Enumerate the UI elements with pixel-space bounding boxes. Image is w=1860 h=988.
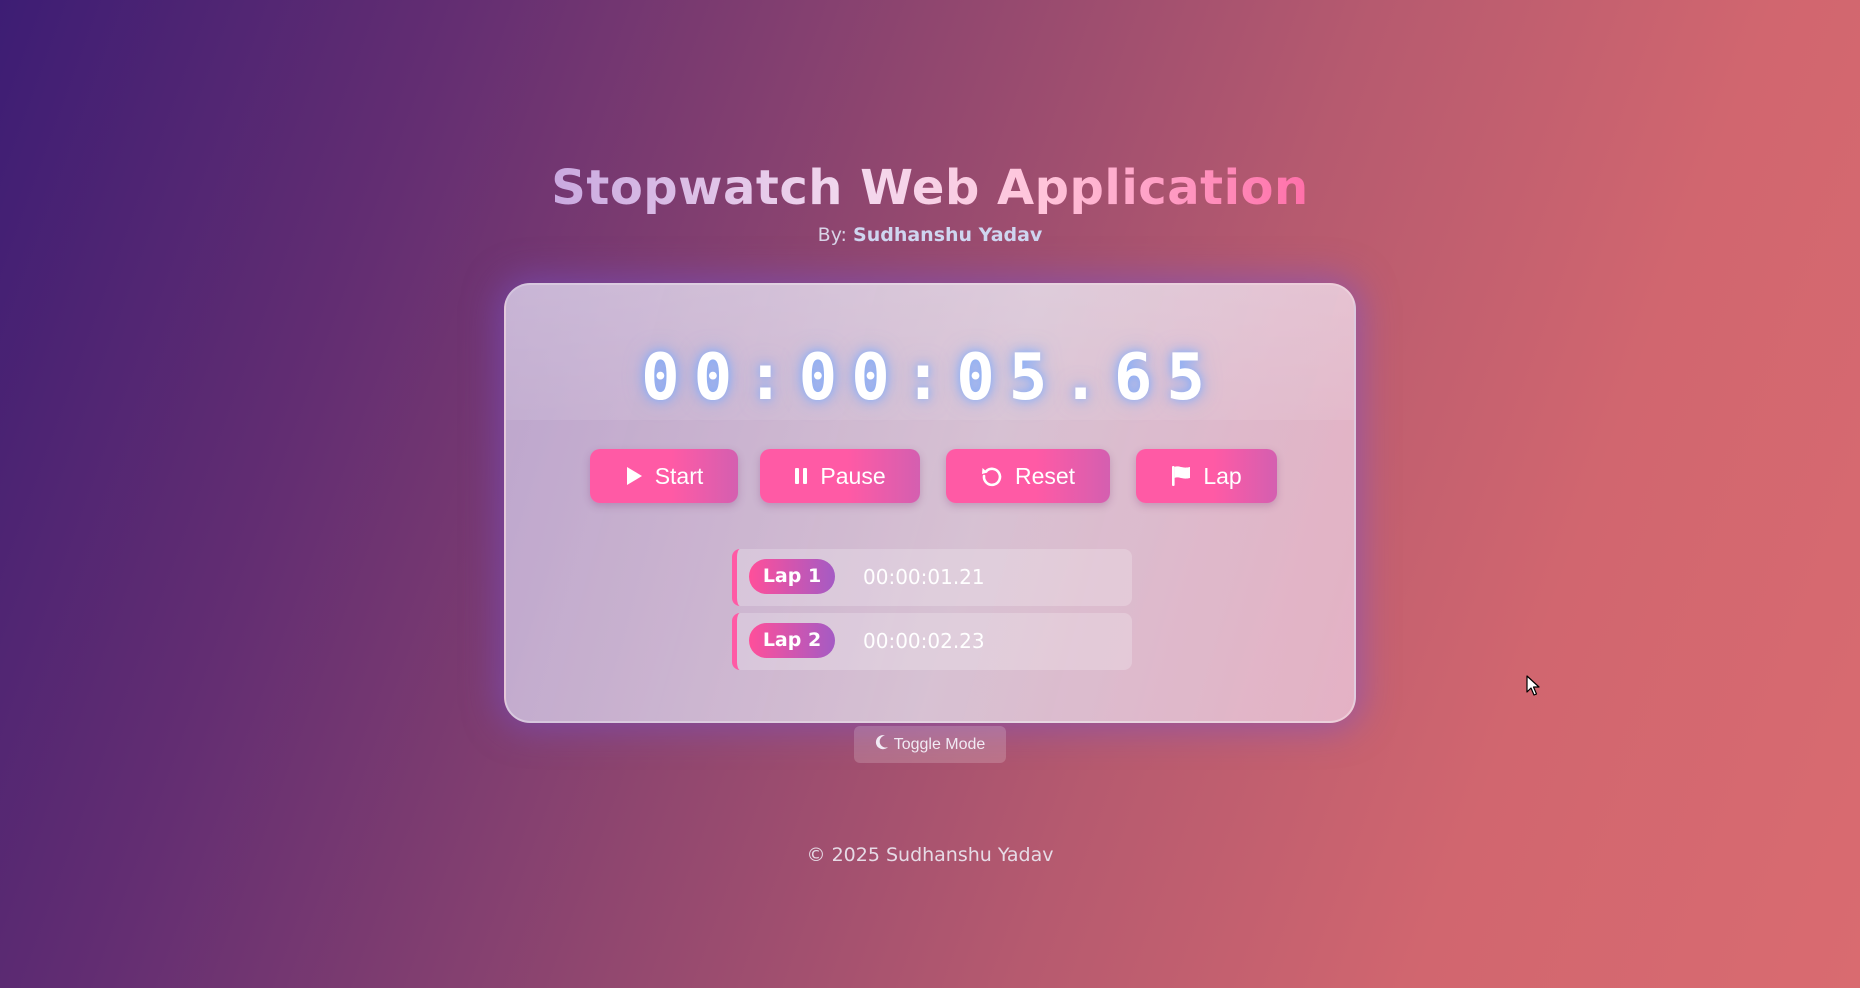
flag-icon xyxy=(1171,465,1191,487)
reset-icon xyxy=(981,465,1003,487)
page-title: Stopwatch Web Application xyxy=(551,160,1309,216)
lap-badge: Lap 1 xyxy=(749,559,835,594)
lap-time: 00:00:01.21 xyxy=(863,565,985,589)
lap-list: Lap 1 00:00:01.21 Lap 2 00:00:02.23 xyxy=(732,549,1132,677)
footer-copyright: © 2025 Sudhanshu Yadav xyxy=(806,844,1054,866)
mouse-cursor-icon xyxy=(1526,675,1540,701)
time-display: 00:00:05.65 xyxy=(641,341,1219,415)
moon-icon xyxy=(875,734,889,755)
pause-button[interactable]: Pause xyxy=(760,449,920,503)
lap-item: Lap 2 00:00:02.23 xyxy=(732,613,1132,670)
author-name: Sudhanshu Yadav xyxy=(853,224,1043,246)
toggle-mode-button[interactable]: Toggle Mode xyxy=(854,726,1006,763)
lap-item: Lap 1 00:00:01.21 xyxy=(732,549,1132,606)
lap-label: Lap xyxy=(1203,462,1242,489)
reset-label: Reset xyxy=(1014,462,1076,489)
start-label: Start xyxy=(654,462,704,489)
reset-button[interactable]: Reset xyxy=(946,449,1110,503)
stopwatch-card: 00:00:05.65 Start Pause Reset Lap Lap 1 … xyxy=(504,283,1356,723)
pause-icon xyxy=(794,467,808,485)
lap-badge: Lap 2 xyxy=(749,623,835,658)
pause-label: Pause xyxy=(820,462,886,489)
page-header: Stopwatch Web Application By: Sudhanshu … xyxy=(0,158,1860,246)
lap-button[interactable]: Lap xyxy=(1136,449,1277,503)
start-button[interactable]: Start xyxy=(590,449,738,503)
play-icon xyxy=(625,466,643,486)
byline: By: Sudhanshu Yadav xyxy=(0,224,1860,246)
toggle-mode-label: Toggle Mode xyxy=(893,735,986,753)
byline-prefix: By: xyxy=(817,224,847,246)
lap-time: 00:00:02.23 xyxy=(863,629,985,653)
